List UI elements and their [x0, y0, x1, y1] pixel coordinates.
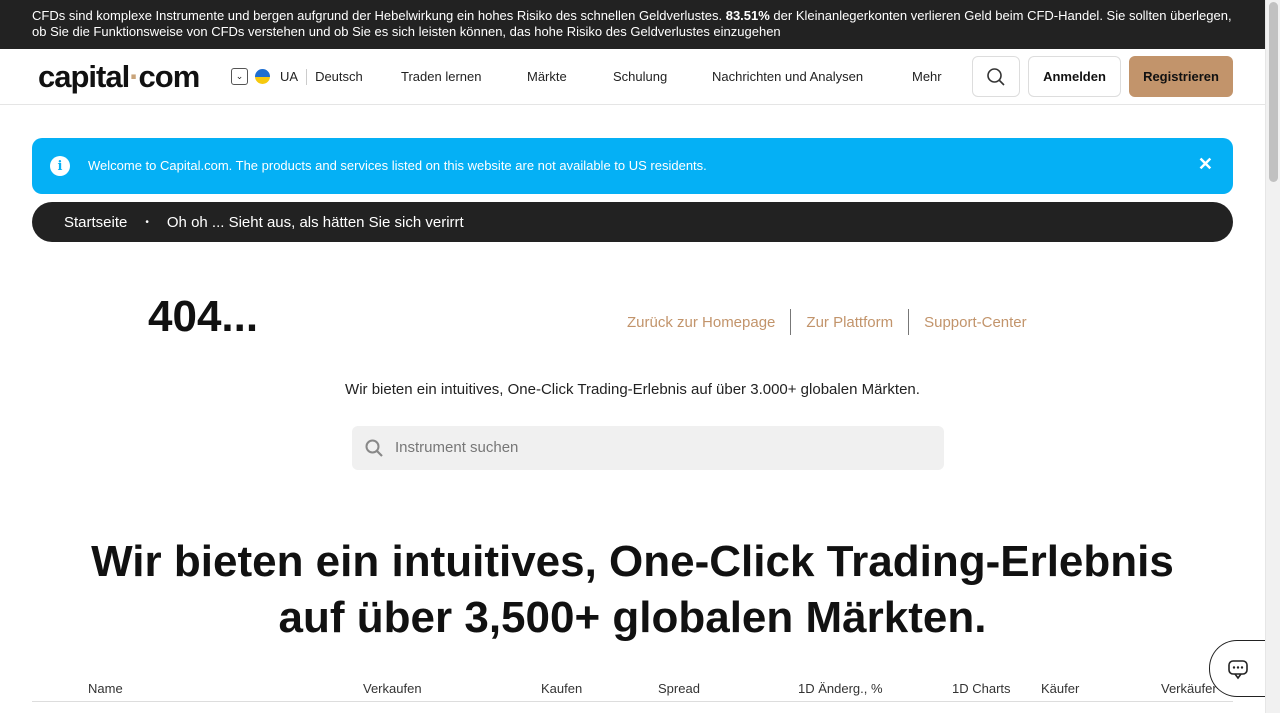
column-1d-change[interactable]: 1D Änderg., %	[798, 681, 883, 696]
close-icon[interactable]: ✕	[1198, 154, 1213, 175]
us-residents-notice: i Welcome to Capital.com. The products a…	[32, 138, 1233, 194]
breadcrumb-separator: •	[145, 216, 149, 228]
page-scrollbar[interactable]	[1265, 0, 1280, 713]
login-button[interactable]: Anmelden	[1028, 56, 1121, 97]
header-search-button[interactable]	[972, 56, 1020, 97]
logo-text-left: capital	[38, 59, 130, 94]
headline-line-1: Wir bieten ein intuitives, One-Click Tra…	[91, 537, 1174, 586]
register-button[interactable]: Registrieren	[1129, 56, 1233, 97]
chat-button[interactable]	[1209, 640, 1265, 697]
language-label: Deutsch	[315, 69, 363, 84]
divider	[306, 68, 308, 85]
risk-warning-text-before: CFDs sind komplexe Instrumente und berge…	[32, 8, 726, 23]
nav-nachrichten-analysen[interactable]: Nachrichten und Analysen	[712, 69, 863, 84]
headline: Wir bieten ein intuitives, One-Click Tra…	[0, 534, 1265, 646]
search-placeholder: Instrument suchen	[395, 439, 519, 456]
chevron-down-icon: ⌄	[231, 68, 248, 85]
column-spread[interactable]: Spread	[658, 681, 700, 696]
search-icon	[987, 67, 1005, 86]
breadcrumb: Startseite • Oh oh ... Sieht aus, als hä…	[32, 202, 1233, 242]
link-support-center[interactable]: Support-Center	[924, 314, 1027, 331]
headline-line-2: auf über 3,500+ globalen Märkten.	[278, 593, 987, 642]
column-verkaeufer: Verkäufer	[1161, 681, 1217, 696]
nav-maerkte[interactable]: Märkte	[527, 69, 567, 84]
logo-dot: ·	[129, 59, 139, 94]
tagline: Wir bieten ein intuitives, One-Click Tra…	[345, 381, 920, 398]
scrollbar-thumb[interactable]	[1269, 2, 1278, 182]
column-kaufen[interactable]: Kaufen	[541, 681, 582, 696]
risk-warning-percent: 83.51%	[725, 8, 770, 23]
divider	[908, 309, 910, 335]
column-kaeufer: Käufer	[1041, 681, 1080, 696]
divider	[790, 309, 792, 335]
search-icon	[365, 439, 383, 457]
logo-text-right: com	[138, 59, 201, 94]
ukraine-flag-icon	[255, 69, 270, 84]
risk-warning-bar: CFDs sind komplexe Instrumente und berge…	[0, 0, 1265, 49]
error-links: Zurück zur Homepage Zur Plattform Suppor…	[627, 309, 1027, 335]
instrument-search-input[interactable]: Instrument suchen	[352, 426, 944, 470]
breadcrumb-home[interactable]: Startseite	[64, 214, 127, 231]
error-title: 404...	[148, 292, 259, 341]
country-language-selector[interactable]: ⌄ UA Deutsch	[231, 68, 363, 85]
column-name[interactable]: Name	[88, 681, 123, 696]
nav-mehr[interactable]: Mehr	[912, 69, 942, 84]
link-platform[interactable]: Zur Plattform	[806, 314, 893, 331]
main-navigation: capital·com ⌄ UA Deutsch Traden lernen M…	[0, 49, 1265, 105]
column-1d-charts: 1D Charts	[952, 681, 1011, 696]
notice-text: Welcome to Capital.com. The products and…	[88, 158, 707, 173]
column-verkaufen[interactable]: Verkaufen	[363, 681, 422, 696]
chat-icon	[1227, 659, 1248, 679]
nav-traden-lernen[interactable]: Traden lernen	[401, 69, 481, 84]
capital-logo[interactable]: capital·com	[38, 59, 201, 95]
nav-schulung[interactable]: Schulung	[613, 69, 667, 84]
link-homepage[interactable]: Zurück zur Homepage	[627, 314, 775, 331]
breadcrumb-current: Oh oh ... Sieht aus, als hätten Sie sich…	[166, 213, 464, 231]
info-icon: i	[50, 156, 70, 176]
market-table-header: Name Verkaufen Kaufen Spread 1D Änderg.,…	[32, 678, 1233, 702]
country-code: UA	[280, 69, 299, 84]
